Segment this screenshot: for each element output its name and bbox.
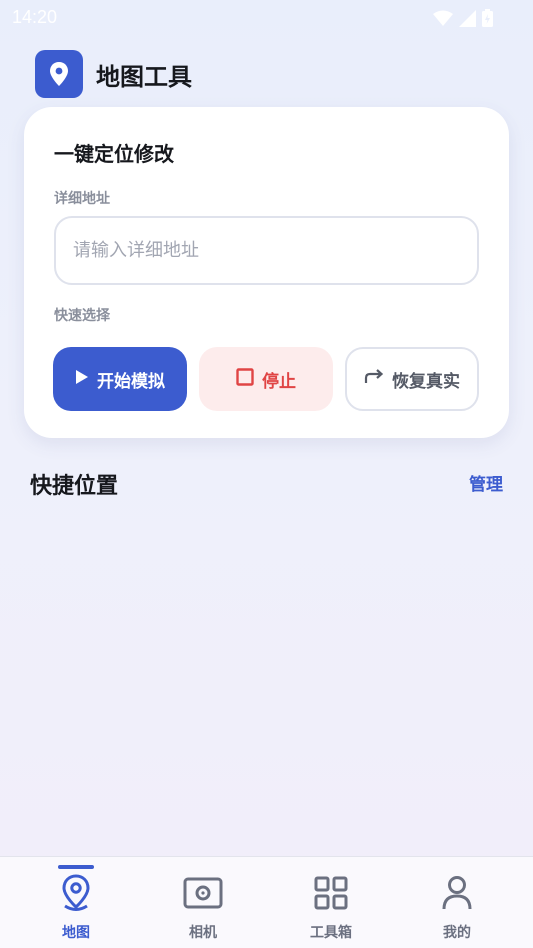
shortcuts-title: 快捷位置: [30, 474, 119, 499]
play-icon: [75, 369, 89, 390]
location-pin-icon: [35, 50, 83, 98]
nav-item-toolbox[interactable]: 工具箱: [276, 857, 386, 948]
status-time: 14:20: [12, 7, 58, 27]
nav-item-map[interactable]: 地图: [21, 857, 131, 948]
address-input[interactable]: [54, 216, 479, 285]
camera-icon: [183, 873, 223, 913]
wifi-icon: [433, 10, 453, 31]
address-label: 详细地址: [54, 191, 110, 207]
restore-label: 恢复真实: [392, 371, 460, 392]
stop-button[interactable]: 停止: [199, 347, 333, 411]
user-icon: [437, 873, 477, 913]
page-title: 地图工具: [96, 62, 192, 91]
battery-icon: [482, 9, 493, 31]
signal-icon: [459, 9, 476, 31]
nav-label-map: 地图: [62, 925, 90, 941]
map-pin-icon: [56, 873, 96, 913]
nav-label-toolbox: 工具箱: [310, 925, 352, 941]
quick-select-label: 快速选择: [54, 308, 110, 324]
nav-item-profile[interactable]: 我的: [402, 857, 512, 948]
stop-icon: [236, 367, 254, 391]
start-label: 开始模拟: [97, 371, 165, 392]
card-title: 一键定位修改: [54, 142, 174, 166]
nav-label-camera: 相机: [189, 925, 217, 941]
status-bar: 14:20: [0, 0, 533, 36]
grid-icon: [311, 873, 351, 913]
redo-arrow-icon: [364, 368, 384, 390]
app-header: 地图工具: [35, 50, 192, 98]
manage-link[interactable]: 管理: [469, 470, 503, 495]
location-edit-card: 一键定位修改 详细地址 快速选择 开始模拟 停止 恢复真实: [24, 107, 509, 438]
bottom-nav: 地图 相机 工具箱 我的: [0, 856, 533, 948]
nav-item-camera[interactable]: 相机: [148, 857, 258, 948]
active-indicator: [58, 865, 94, 869]
start-simulation-button[interactable]: 开始模拟: [53, 347, 187, 411]
stop-label: 停止: [262, 371, 296, 392]
status-icons: [433, 9, 493, 31]
nav-label-profile: 我的: [443, 925, 471, 941]
restore-real-button[interactable]: 恢复真实: [345, 347, 479, 411]
